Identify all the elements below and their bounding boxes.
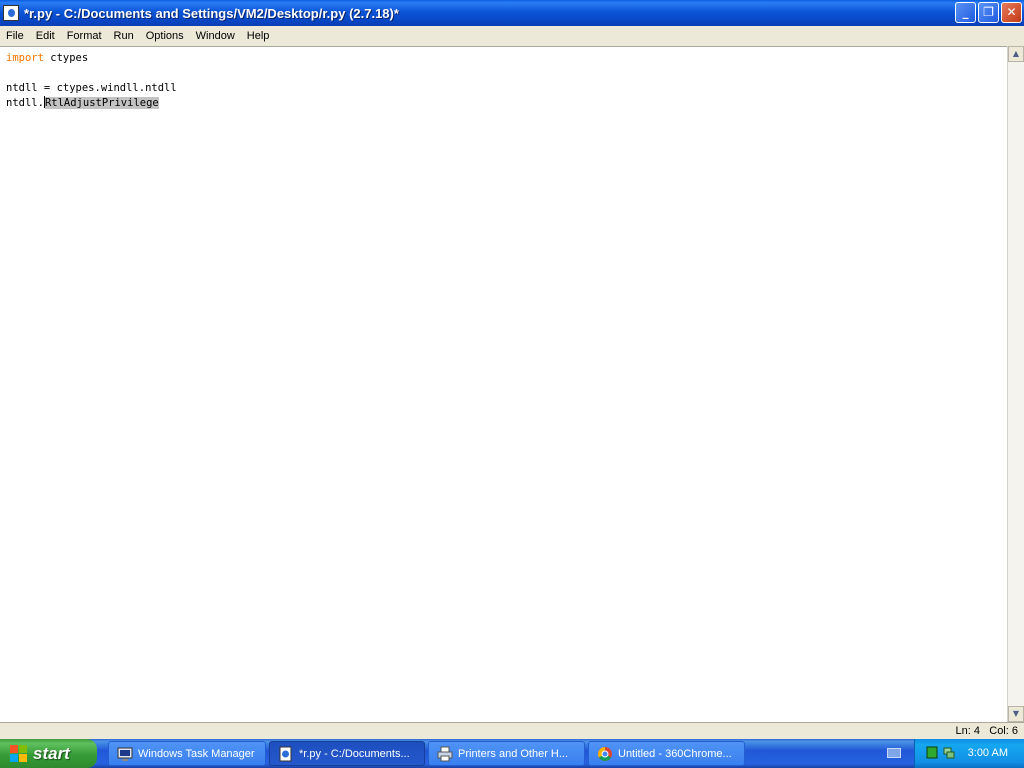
status-column: Col: 6 [989, 725, 1018, 737]
window-title: *r.py - C:/Documents and Settings/VM2/De… [24, 5, 399, 21]
windows-logo-icon [10, 744, 28, 763]
vertical-scrollbar[interactable]: ▲ ▼ [1007, 46, 1024, 722]
menu-help[interactable]: Help [241, 26, 276, 46]
task-label: *r.py - C:/Documents... [299, 747, 410, 760]
clock[interactable]: 3:00 AM [968, 739, 1008, 768]
close-button[interactable]: ✕ [1001, 2, 1022, 23]
python-idle-icon [279, 746, 292, 761]
taskbar-item-task-manager[interactable]: Windows Task Manager [108, 741, 266, 766]
start-button[interactable]: start [0, 739, 97, 768]
taskbar-item-idle[interactable]: *r.py - C:/Documents... [269, 741, 425, 766]
code-line-1: import ctypes [6, 51, 1007, 66]
menu-format[interactable]: Format [61, 26, 108, 46]
keyboard-language-icon[interactable] [887, 748, 901, 758]
task-manager-icon [117, 747, 133, 761]
minimize-button[interactable]: _ [955, 2, 976, 23]
network-icon[interactable] [943, 746, 955, 759]
task-label: Windows Task Manager [138, 747, 255, 760]
idle-app-icon[interactable] [3, 5, 19, 21]
task-label: Printers and Other H... [458, 747, 569, 760]
menu-bar: File Edit Format Run Options Window Help [0, 26, 1024, 46]
menu-window[interactable]: Window [190, 26, 241, 46]
window-controls: _ ❐ ✕ [955, 2, 1022, 23]
menu-edit[interactable]: Edit [30, 26, 61, 46]
task-label: Untitled - 360Chrome... [618, 747, 732, 760]
line4-prefix: ntdll. [6, 97, 44, 109]
system-tray: 3:00 AM [914, 739, 1024, 768]
status-line: Ln: 4 [955, 725, 980, 737]
printer-icon [437, 746, 453, 761]
taskbar: start Windows Task Manager *r.py - C:/Do… [0, 739, 1024, 768]
code-line-4: ntdll.RtlAdjustPrivilege [6, 96, 1007, 111]
title-bar[interactable]: *r.py - C:/Documents and Settings/VM2/De… [0, 0, 1024, 26]
menu-file[interactable]: File [0, 26, 30, 46]
import-keyword: import [6, 52, 44, 64]
start-label: start [33, 743, 70, 763]
scroll-down-icon[interactable]: ▼ [1008, 706, 1024, 722]
taskbar-item-printers[interactable]: Printers and Other H... [428, 741, 585, 766]
chrome-icon [598, 746, 612, 761]
menu-run[interactable]: Run [108, 26, 140, 46]
maximize-button[interactable]: ❐ [978, 2, 999, 23]
scroll-up-icon[interactable]: ▲ [1008, 46, 1024, 62]
code-line-3: ntdll = ctypes.windll.ntdll [6, 82, 177, 94]
green-status-icon[interactable] [926, 746, 938, 759]
status-bar: Ln: 4 Col: 6 [0, 722, 1024, 739]
selected-text: RtlAdjustPrivilege [44, 97, 159, 109]
menu-options[interactable]: Options [140, 26, 190, 46]
code-editor[interactable]: import ctypes ntdll = ctypes.windll.ntdl… [0, 46, 1007, 722]
import-module: ctypes [43, 52, 89, 64]
taskbar-item-360chrome[interactable]: Untitled - 360Chrome... [588, 741, 745, 766]
